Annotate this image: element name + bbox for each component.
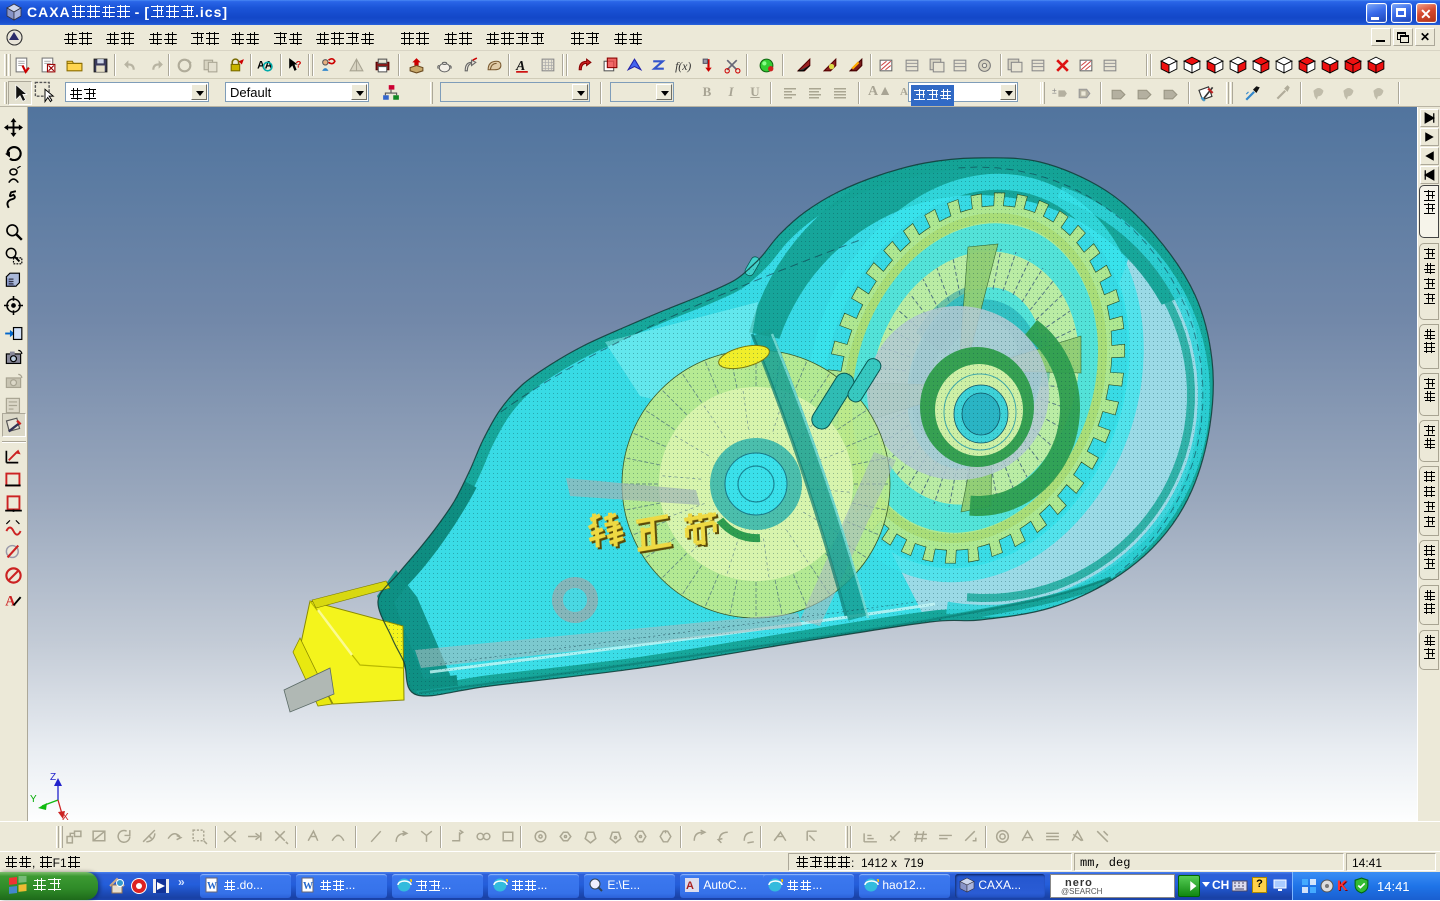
svg-text:Y: Y [30,794,37,805]
svg-text:A: A [5,593,16,609]
svg-text:A: A [515,58,525,73]
svg-text:f(x): f(x) [675,60,691,73]
svg-text:W: W [303,881,313,892]
svg-text:A: A [686,880,694,892]
svg-text:W: W [207,881,217,892]
svg-text:±: ± [1052,86,1057,96]
svg-text:X: X [62,812,69,821]
svg-text:?: ? [296,60,302,71]
svg-text:Z: Z [50,772,56,783]
